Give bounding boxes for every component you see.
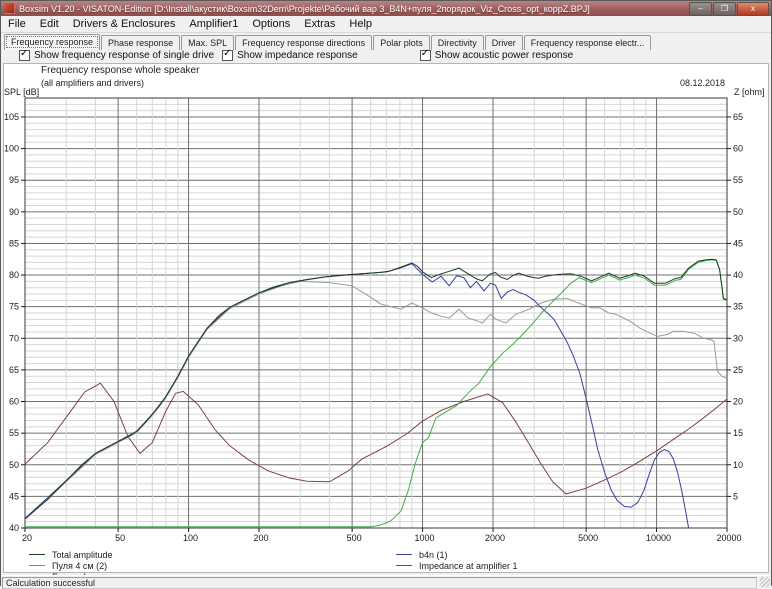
chart-title: Frequency response whole speaker <box>41 65 199 76</box>
legend-label-impedance: Impedance at amplifier 1 <box>419 561 518 571</box>
chart-subtitle: (all amplifiers and drivers) <box>41 78 144 88</box>
legend-swatch-impedance <box>396 565 412 566</box>
menu-amplifier1[interactable]: Amplifier1 <box>182 17 245 31</box>
checkbox-single-drivers-label: Show frequency response of single drive <box>34 50 214 61</box>
tab-phase-response[interactable]: Phase response <box>101 35 180 50</box>
close-button[interactable]: x <box>737 2 769 16</box>
checkbox-impedance[interactable]: Show impedance response <box>214 50 358 61</box>
options-row: Show frequency response of single drive … <box>1 49 771 62</box>
checkbox-single-drivers[interactable]: Show frequency response of single drive <box>1 50 214 61</box>
legend-swatch-total-amplitude <box>29 554 45 555</box>
legend-item: Total amplitude <box>29 549 113 560</box>
menu-help[interactable]: Help <box>342 17 379 31</box>
legend-item: Impedance at amplifier 1 <box>396 560 518 571</box>
y-axis-right-label: Z [ohm] <box>734 87 765 97</box>
tab-bar: Frequency response Phase response Max. S… <box>1 32 771 49</box>
legend-item: b4n (1) <box>396 549 448 560</box>
menu-edit[interactable]: Edit <box>33 17 66 31</box>
checkbox-single-drivers-box[interactable] <box>19 50 30 61</box>
tab-directivity[interactable]: Directivity <box>431 35 484 50</box>
minimize-button[interactable]: – <box>689 2 712 16</box>
chart-panel <box>3 63 769 573</box>
window-title: Boxsim V1.20 - VISATON-Edition [D:\Insta… <box>19 4 590 14</box>
app-icon <box>4 3 15 14</box>
menu-bar: File Edit Drivers & Enclosures Amplifier… <box>1 16 771 33</box>
legend-label-total-amplitude: Total amplitude <box>52 550 113 560</box>
tab-frequency-response-directions[interactable]: Frequency response directions <box>235 35 372 50</box>
title-bar[interactable]: Boxsim V1.20 - VISATON-Edition [D:\Insta… <box>1 1 771 16</box>
menu-options[interactable]: Options <box>245 17 297 31</box>
tab-frequency-response-electr[interactable]: Frequency response electr... <box>524 35 652 50</box>
status-text: Calculation successful <box>2 577 757 589</box>
window-controls: – ❐ x <box>689 2 769 16</box>
tab-driver[interactable]: Driver <box>485 35 523 50</box>
legend-swatch-b4n <box>396 554 412 555</box>
menu-extras[interactable]: Extras <box>297 17 342 31</box>
chart-date: 08.12.2018 <box>680 78 725 88</box>
legend-item: Пуля 4 см (2) <box>29 560 107 571</box>
checkbox-acoustic-power-box[interactable] <box>420 50 431 61</box>
legend-label-tweeter: Пуля 4 см (2) <box>52 561 107 571</box>
status-bar: Calculation successful <box>1 575 771 588</box>
checkbox-impedance-label: Show impedance response <box>237 50 358 61</box>
tab-frequency-response[interactable]: Frequency response <box>4 34 100 50</box>
checkbox-acoustic-power-label: Show acoustic power response <box>435 50 573 61</box>
maximize-button[interactable]: ❐ <box>713 2 736 16</box>
menu-file[interactable]: File <box>1 17 33 31</box>
checkbox-impedance-box[interactable] <box>222 50 233 61</box>
legend-label-b4n: b4n (1) <box>419 550 448 560</box>
y-axis-left-label: SPL [dB] <box>4 87 39 97</box>
menu-drivers-enclosures[interactable]: Drivers & Enclosures <box>66 17 183 31</box>
legend-swatch-tweeter <box>29 565 45 566</box>
checkbox-acoustic-power[interactable]: Show acoustic power response <box>358 50 573 61</box>
application-window: Boxsim V1.20 - VISATON-Edition [D:\Insta… <box>0 0 772 586</box>
